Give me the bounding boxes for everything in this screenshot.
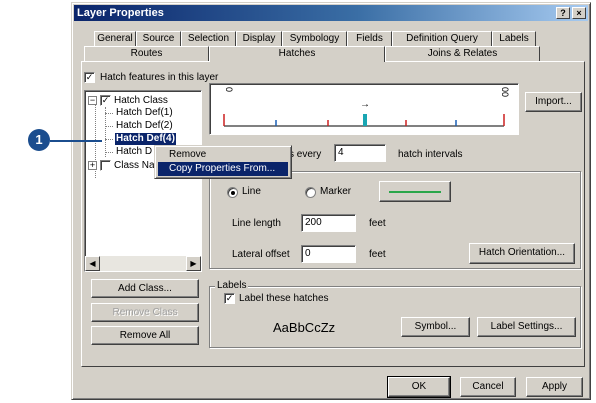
label-hatches-checkbox[interactable]: ✓ <box>224 293 235 304</box>
marker-radio[interactable] <box>305 187 316 198</box>
tree-horizontal-scrollbar[interactable]: ◀ ▶ <box>85 256 201 271</box>
hatch-tree-view[interactable]: − ✓ Hatch Class Hatch Def(1) Hatch Def(2… <box>84 90 202 272</box>
add-class-button[interactable]: Add Class... <box>91 279 199 298</box>
tab-joins-relates[interactable]: Joins & Relates <box>385 46 540 61</box>
layer-properties-dialog: Layer Properties ? × General Source Sele… <box>71 2 591 400</box>
label-settings-button[interactable]: Label Settings... <box>477 317 576 337</box>
hatch-preview: 0 00 → <box>209 83 519 135</box>
interval-suffix-label: hatch intervals <box>398 149 463 160</box>
line-symbol-swatch <box>389 191 441 193</box>
preview-start-label: 0 <box>224 87 234 93</box>
scroll-right-icon[interactable]: ▶ <box>186 256 201 271</box>
scroll-left-icon[interactable]: ◀ <box>85 256 100 271</box>
tab-definition-query[interactable]: Definition Query <box>392 31 492 46</box>
preview-current-tick <box>363 114 367 126</box>
ok-button[interactable]: OK <box>387 376 451 398</box>
labels-group-title: Labels <box>215 280 249 292</box>
dialog-title: Layer Properties <box>77 7 164 19</box>
close-button[interactable]: × <box>572 7 586 19</box>
line-length-input[interactable]: 200 <box>301 214 356 232</box>
expand-icon[interactable]: + <box>88 161 97 170</box>
collapse-icon[interactable]: − <box>88 96 97 105</box>
tab-fields[interactable]: Fields <box>347 31 392 46</box>
hatch-features-checkbox[interactable]: ✓ <box>84 72 95 83</box>
class-checkbox[interactable] <box>100 160 111 171</box>
tab-hatches[interactable]: Hatches <box>209 46 385 62</box>
apply-button[interactable]: Apply <box>526 377 583 397</box>
callout-number: 1 <box>28 129 50 151</box>
hatch-class-checkbox[interactable]: ✓ <box>100 95 111 106</box>
tab-display[interactable]: Display <box>236 31 282 46</box>
tab-general[interactable]: General <box>94 31 136 46</box>
remove-class-button[interactable]: Remove Class <box>91 303 199 322</box>
line-radio[interactable] <box>227 187 238 198</box>
tree-item-hatch-def-1[interactable]: Hatch Def(1) <box>116 107 173 119</box>
line-length-label: Line length <box>232 218 281 229</box>
context-menu-remove[interactable]: Remove <box>158 148 288 162</box>
symbol-button[interactable]: Symbol... <box>401 317 470 337</box>
lateral-offset-label: Lateral offset <box>232 249 290 260</box>
tree-item-hatch-def-4-selected[interactable]: Hatch Def(4) <box>115 133 176 145</box>
tree-item-hatch-def-2[interactable]: Hatch Def(2) <box>116 120 173 132</box>
context-menu-copy-properties[interactable]: Copy Properties From... <box>158 162 288 176</box>
preview-arrow-icon: → <box>360 99 370 110</box>
line-radio-label: Line <box>242 186 261 197</box>
tree-root-hatch-class[interactable]: Hatch Class <box>114 95 168 107</box>
label-hatches-label: Label these hatches <box>239 293 329 304</box>
marker-radio-label: Marker <box>320 186 352 197</box>
interval-input[interactable]: 4 <box>334 144 386 162</box>
interval-prefix-label: s every <box>289 149 322 160</box>
tab-selection[interactable]: Selection <box>181 31 236 46</box>
title-bar: Layer Properties ? × <box>74 5 588 21</box>
tree-item-class-name[interactable]: Class Na <box>114 160 155 172</box>
line-length-unit: feet <box>369 218 386 229</box>
import-button[interactable]: Import... <box>525 92 582 112</box>
tab-labels[interactable]: Labels <box>492 31 536 46</box>
hatch-orientation-button[interactable]: Hatch Orientation... <box>469 243 575 264</box>
callout-leader-line <box>50 140 102 142</box>
lateral-offset-input[interactable]: 0 <box>301 245 356 263</box>
line-symbol-button[interactable] <box>379 181 451 202</box>
remove-all-button[interactable]: Remove All <box>91 326 199 345</box>
preview-end-label: 00 <box>500 87 510 98</box>
lateral-offset-unit: feet <box>369 249 386 260</box>
context-menu: Remove Copy Properties From... <box>154 145 292 179</box>
hatch-features-label: Hatch features in this layer <box>100 72 219 83</box>
label-sample-text: AaBbCcZz <box>273 320 336 335</box>
tab-symbology[interactable]: Symbology <box>282 31 347 46</box>
tree-item-hatch-d[interactable]: Hatch D <box>116 146 152 158</box>
help-button[interactable]: ? <box>556 7 570 19</box>
cancel-button[interactable]: Cancel <box>460 377 516 397</box>
tab-source[interactable]: Source <box>136 31 181 46</box>
tab-routes[interactable]: Routes <box>84 46 209 61</box>
